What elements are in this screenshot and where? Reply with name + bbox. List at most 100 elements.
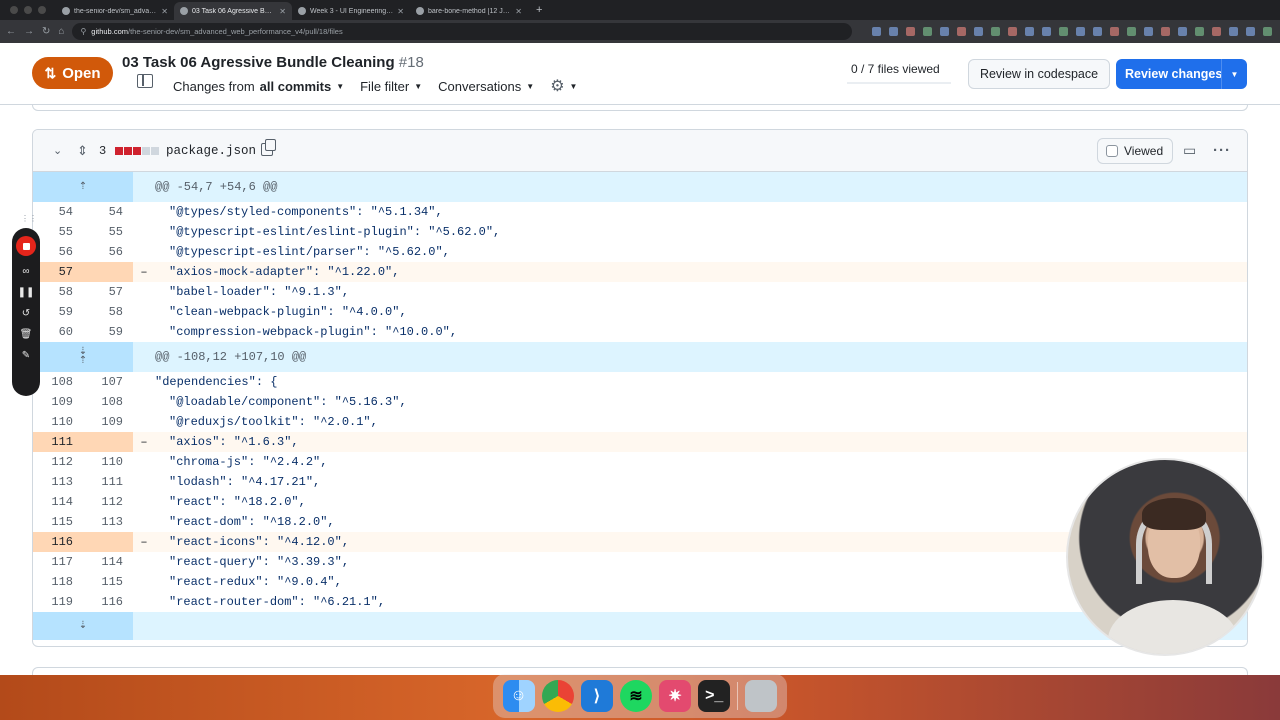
reload-icon[interactable]: ↻	[42, 26, 50, 37]
old-line-number[interactable]: 57	[33, 262, 83, 282]
site-info-icon[interactable]: ⚲	[80, 27, 86, 36]
old-line-number[interactable]: 110	[33, 412, 83, 432]
context-line[interactable]: 117 114 "react-query": "^3.39.3",	[33, 552, 1247, 572]
pr-title[interactable]: 03 Task 06 Agressive Bundle Cleaning #18	[122, 54, 424, 71]
home-icon[interactable]: ⌂	[58, 26, 64, 37]
close-icon[interactable]: ✕	[279, 7, 286, 16]
review-in-codespace-button[interactable]: Review in codespace	[968, 59, 1110, 89]
new-line-number[interactable]: 115	[83, 572, 133, 592]
close-icon[interactable]: ✕	[515, 7, 522, 16]
old-line-number[interactable]: 109	[33, 392, 83, 412]
pause-icon[interactable]: ❚❚	[16, 288, 36, 298]
context-line[interactable]: 114 112 "react": "^18.2.0",	[33, 492, 1247, 512]
expand-down-icon[interactable]: ⇣	[33, 612, 133, 640]
old-line-number[interactable]: 113	[33, 472, 83, 492]
drag-grip-icon[interactable]: ⋮⋮	[21, 214, 37, 223]
context-line[interactable]: 55 55 "@typescript-eslint/eslint-plugin": …	[33, 222, 1247, 242]
kebab-menu-icon[interactable]: ···	[1213, 142, 1231, 159]
new-line-number[interactable]: 114	[83, 552, 133, 572]
new-line-number[interactable]: 55	[83, 222, 133, 242]
new-line-number[interactable]: 116	[83, 592, 133, 612]
browser-tab[interactable]: 03 Task 06 Agressive Bundle ✕	[174, 2, 292, 20]
old-line-number[interactable]: 58	[33, 282, 83, 302]
old-line-number[interactable]: 59	[33, 302, 83, 322]
diff-settings-dropdown[interactable]: ⚙ ▼	[550, 76, 577, 96]
window-controls[interactable]	[0, 6, 56, 14]
old-line-number[interactable]: 112	[33, 452, 83, 472]
new-line-number[interactable]	[83, 262, 133, 282]
context-line[interactable]: 60 59 "compression-webpack-plugin": "^10.0…	[33, 322, 1247, 342]
expand-up-icon[interactable]: ⇡	[33, 172, 133, 202]
terminal-icon[interactable]: >_	[698, 680, 731, 712]
extension-icons[interactable]	[872, 27, 1280, 36]
more-icon[interactable]: ∞	[16, 267, 36, 277]
new-line-number[interactable]: 56	[83, 242, 133, 262]
context-line[interactable]: 108 107 "dependencies": {	[33, 372, 1247, 392]
old-line-number[interactable]: 60	[33, 322, 83, 342]
new-line-number[interactable]	[83, 532, 133, 552]
context-line[interactable]: 113 111 "lodash": "^4.17.21",	[33, 472, 1247, 492]
new-line-number[interactable]: 108	[83, 392, 133, 412]
finder-icon[interactable]: ☺	[502, 680, 535, 712]
new-line-number[interactable]: 113	[83, 512, 133, 532]
conversations-dropdown[interactable]: Conversations ▼	[438, 79, 534, 94]
context-line[interactable]: 115 113 "react-dom": "^18.2.0",	[33, 512, 1247, 532]
new-line-number[interactable]: 111	[83, 472, 133, 492]
new-line-number[interactable]: 112	[83, 492, 133, 512]
new-line-number[interactable]: 59	[83, 322, 133, 342]
stop-recording-button[interactable]	[16, 236, 36, 256]
forward-icon[interactable]: →	[24, 26, 34, 37]
context-line[interactable]: 58 57 "babel-loader": "^9.1.3",	[33, 282, 1247, 302]
deleted-line[interactable]: 116 – "react-icons": "^4.12.0",	[33, 532, 1247, 552]
old-line-number[interactable]: 55	[33, 222, 83, 242]
close-icon[interactable]: ✕	[397, 7, 404, 16]
file-tree-toggle-icon[interactable]	[137, 74, 153, 88]
copy-icon[interactable]	[261, 139, 276, 156]
new-line-number[interactable]: 57	[83, 282, 133, 302]
context-line[interactable]: 118 115 "react-redux": "^9.0.4",	[33, 572, 1247, 592]
comment-icon[interactable]: ▭	[1183, 142, 1196, 159]
context-line[interactable]: 110 109 "@reduxjs/toolkit": "^2.0.1",	[33, 412, 1247, 432]
context-line[interactable]: 109 108 "@loadable/component": "^5.16.3",	[33, 392, 1247, 412]
new-line-number[interactable]: 109	[83, 412, 133, 432]
old-line-number[interactable]: 56	[33, 242, 83, 262]
old-line-number[interactable]: 118	[33, 572, 83, 592]
file-filter-dropdown[interactable]: File filter ▼	[360, 79, 422, 94]
review-changes-button[interactable]: Review changes ▼	[1116, 59, 1247, 89]
old-line-number[interactable]: 115	[33, 512, 83, 532]
new-line-number[interactable]: 54	[83, 202, 133, 222]
spotify-icon[interactable]: ≋	[619, 680, 652, 712]
chrome-icon[interactable]	[541, 680, 574, 712]
deleted-line[interactable]: 57 – "axios-mock-adapter": "^1.22.0",	[33, 262, 1247, 282]
context-line[interactable]: 119 116 "react-router-dom": "^6.21.1",	[33, 592, 1247, 612]
old-line-number[interactable]: 114	[33, 492, 83, 512]
old-line-number[interactable]: 54	[33, 202, 83, 222]
loom-icon[interactable]: ✷	[659, 680, 692, 712]
trash-icon[interactable]	[745, 680, 778, 712]
caret-down-icon[interactable]: ▼	[1221, 59, 1247, 89]
browser-tab[interactable]: the-senior-dev/sm_advanced... ✕	[56, 2, 174, 20]
context-line[interactable]: 112 110 "chroma-js": "^2.4.2",	[33, 452, 1247, 472]
vscode-icon[interactable]: ⟩	[580, 680, 613, 712]
trash-icon[interactable]: 🗑	[16, 330, 36, 340]
browser-tab[interactable]: bare-bone-method [12 Jan 2 ✕	[410, 2, 528, 20]
old-line-number[interactable]: 117	[33, 552, 83, 572]
address-bar[interactable]: ⚲ github.com/the-senior-dev/sm_advanced_…	[72, 23, 853, 40]
old-line-number[interactable]: 119	[33, 592, 83, 612]
old-line-number[interactable]: 108	[33, 372, 83, 392]
context-line[interactable]: 54 54 "@types/styled-components": "^5.1.34…	[33, 202, 1247, 222]
close-icon[interactable]: ✕	[161, 7, 168, 16]
chevron-down-icon[interactable]: ⌄	[53, 144, 62, 157]
browser-tab[interactable]: Week 3 - UI Engineering — E ✕	[292, 2, 410, 20]
expand-both-icon[interactable]: ⇣ ⇡	[33, 342, 133, 372]
changes-from-dropdown[interactable]: Changes from all commits ▼	[173, 79, 344, 94]
new-line-number[interactable]: 110	[83, 452, 133, 472]
restart-icon[interactable]: ↺	[16, 309, 36, 319]
old-line-number[interactable]: 111	[33, 432, 83, 452]
new-line-number[interactable]: 107	[83, 372, 133, 392]
old-line-number[interactable]: 116	[33, 532, 83, 552]
expand-all-icon[interactable]: ⇕	[77, 143, 88, 159]
back-icon[interactable]: ←	[6, 26, 16, 37]
context-line[interactable]: 56 56 "@typescript-eslint/parser": "^5.62.…	[33, 242, 1247, 262]
file-name[interactable]: package.json	[166, 144, 256, 158]
